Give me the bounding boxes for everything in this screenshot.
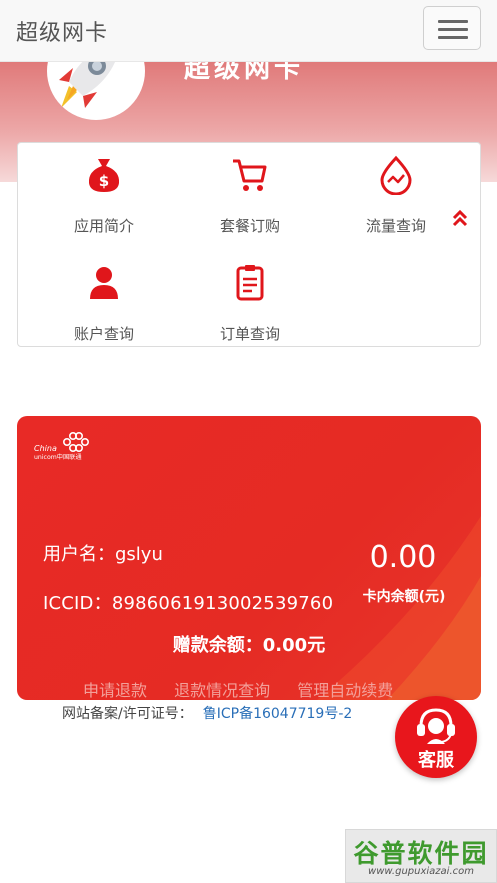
- data-drop-icon: [376, 155, 416, 196]
- shopping-cart-icon: [230, 155, 270, 195]
- gift-balance-row: 赠款余额：0.00元: [17, 631, 481, 657]
- auto-renew-link[interactable]: 管理自动续费: [297, 681, 393, 700]
- card-actions: 申请退款 退款情况查询 管理自动续费: [83, 677, 415, 700]
- iccid-value: 8986061913002539760: [111, 593, 334, 614]
- hamburger-menu-button[interactable]: [423, 6, 481, 50]
- card-balance-label: 卡内余额(元): [362, 589, 446, 605]
- page: 超级网卡 超级网卡 $ 应用简介 套餐订购 流量查询 账户查询 订单查询 Chi…: [0, 0, 497, 883]
- icp-label: 网站备案/许可证号：: [62, 706, 193, 722]
- navbar-brand[interactable]: 超级网卡: [16, 15, 108, 47]
- username-row: 用户名：gslyu: [43, 540, 163, 566]
- icp-record: 网站备案/许可证号： 鲁ICP备16047719号-2: [62, 703, 352, 723]
- watermark-url: www.gupuxiazai.com: [368, 866, 474, 877]
- feature-menu: $ 应用简介 套餐订购 流量查询 账户查询 订单查询: [17, 142, 481, 347]
- menu-item-label: 套餐订购: [219, 217, 280, 235]
- svg-text:unicom中国联通: unicom中国联通: [34, 453, 82, 461]
- card-balance-value: 0.00: [369, 540, 437, 575]
- clipboard-icon: [230, 263, 270, 303]
- menu-item-order-query[interactable]: 订单查询: [190, 263, 310, 344]
- refund-status-link[interactable]: 退款情况查询: [174, 681, 270, 700]
- menu-item-label: 账户查询: [73, 325, 134, 343]
- customer-service-button[interactable]: 客服: [395, 696, 477, 778]
- menu-item-data-query[interactable]: 流量查询: [336, 155, 456, 236]
- menu-item-app-intro[interactable]: $ 应用简介: [44, 155, 164, 236]
- menu-item-label: 应用简介: [73, 217, 134, 235]
- headset-icon: [417, 708, 455, 744]
- money-bag-icon: $: [84, 155, 124, 195]
- svg-text:$: $: [99, 172, 109, 190]
- customer-service-label: 客服: [418, 750, 454, 771]
- username-value: gslyu: [115, 544, 163, 565]
- svg-text:China: China: [34, 444, 57, 453]
- site-watermark: 谷普软件园 www.gupuxiazai.com: [345, 829, 497, 883]
- menu-item-label: 流量查询: [365, 217, 426, 235]
- icp-number-link[interactable]: 鲁ICP备16047719号-2: [203, 706, 353, 722]
- menu-item-label: 订单查询: [219, 325, 280, 343]
- gift-balance-label: 赠款余额：: [172, 635, 263, 656]
- sim-card-panel: China unicom中国联通 用户名：gslyu ICCID：8986061…: [17, 416, 481, 700]
- gift-balance-value: 0.00元: [262, 635, 326, 656]
- china-unicom-logo: China unicom中国联通: [33, 428, 103, 464]
- user-icon: [84, 263, 124, 303]
- watermark-title: 谷普软件园: [353, 839, 489, 868]
- iccid-row: ICCID：8986061913002539760: [43, 589, 333, 615]
- hamburger-icon: [438, 20, 468, 23]
- username-label: 用户名：: [43, 544, 115, 565]
- menu-item-plan-order[interactable]: 套餐订购: [190, 155, 310, 236]
- navbar: 超级网卡: [0, 0, 497, 62]
- menu-item-account-query[interactable]: 账户查询: [44, 263, 164, 344]
- iccid-label: ICCID：: [43, 593, 112, 614]
- apply-refund-link[interactable]: 申请退款: [83, 681, 147, 700]
- chevron-up-icon[interactable]: [451, 209, 469, 227]
